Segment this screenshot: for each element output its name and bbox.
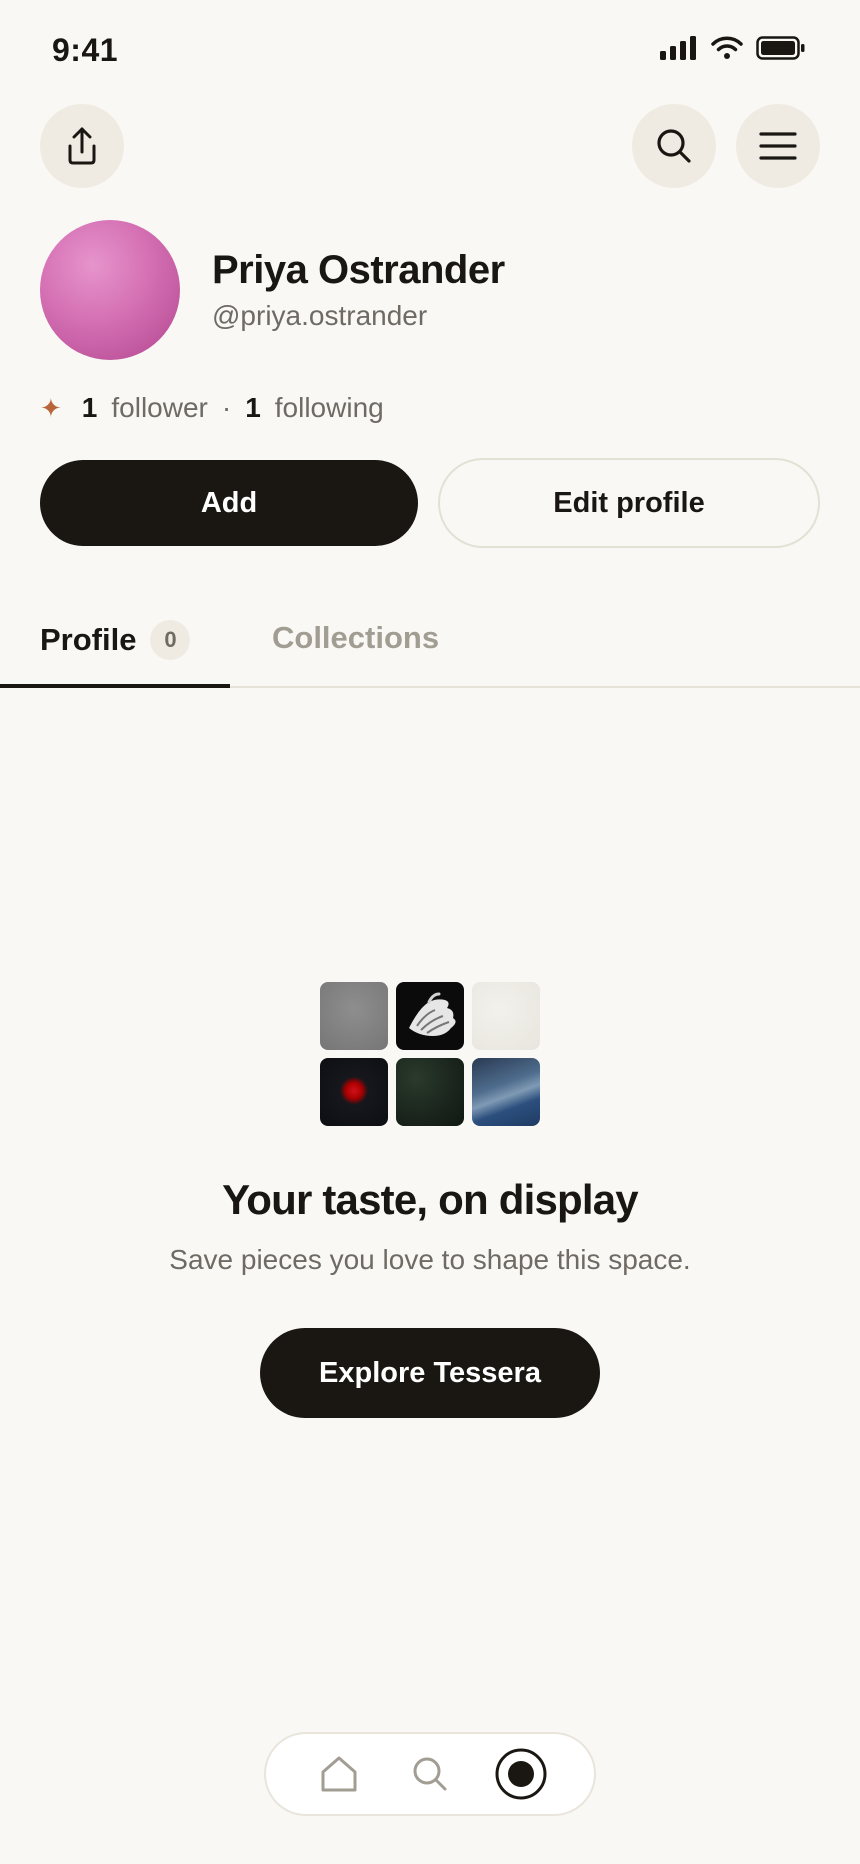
- share-button[interactable]: [40, 104, 124, 188]
- hamburger-menu-icon: [759, 132, 797, 160]
- username-handle: @priya.ostrander: [212, 300, 428, 331]
- tab-profile-count-badge: 0: [150, 620, 191, 660]
- bottom-navigation: [264, 1732, 596, 1816]
- empty-state-title: Your taste, on display: [222, 1176, 639, 1223]
- home-icon: [321, 1756, 357, 1792]
- empty-state-preview-grid: [320, 982, 540, 1126]
- follow-stats: ✦ 1 follower · 1 following: [40, 392, 384, 424]
- preview-tile-green: [396, 1058, 464, 1126]
- nav-home[interactable]: [311, 1746, 367, 1802]
- search-icon: [657, 129, 691, 163]
- stats-separator: ·: [221, 392, 232, 423]
- preview-tile-gray: [320, 982, 388, 1050]
- active-tab-indicator: [0, 684, 230, 688]
- status-icons: [660, 36, 806, 60]
- following-label[interactable]: following: [275, 392, 384, 424]
- display-name: Priya Ostrander: [212, 248, 505, 292]
- preview-tile-white: [472, 982, 540, 1050]
- tab-collections[interactable]: Collections: [272, 620, 439, 656]
- status-bar: 9:41: [0, 0, 860, 100]
- followers-count[interactable]: 1: [82, 392, 98, 424]
- sparkle-icon: ✦: [40, 392, 62, 423]
- battery-icon: [756, 36, 805, 60]
- empty-state-subtitle: Save pieces you love to shape this space…: [169, 1244, 691, 1275]
- profile-record-icon: [495, 1748, 547, 1800]
- avatar[interactable]: [40, 220, 180, 360]
- edit-profile-button[interactable]: Edit profile: [438, 458, 820, 548]
- nav-search[interactable]: [402, 1746, 458, 1802]
- tab-profile-label: Profile: [40, 622, 137, 657]
- tab-profile[interactable]: Profile 0: [40, 620, 191, 660]
- menu-button[interactable]: [736, 104, 820, 188]
- followers-label[interactable]: follower: [111, 392, 207, 424]
- wifi-icon: [711, 36, 743, 59]
- preview-tile-red-flower: [320, 1058, 388, 1126]
- explore-button[interactable]: Explore Tessera: [260, 1328, 600, 1418]
- status-time: 9:41: [52, 32, 119, 68]
- nav-profile[interactable]: [493, 1746, 549, 1802]
- add-button[interactable]: Add: [40, 460, 418, 546]
- profile-tabs: Profile 0 Collections: [0, 600, 860, 688]
- search-icon: [413, 1757, 447, 1791]
- preview-tile-hands: [396, 982, 464, 1050]
- following-count[interactable]: 1: [245, 392, 261, 424]
- share-icon: [68, 127, 96, 165]
- cellular-signal-icon: [660, 36, 696, 60]
- preview-tile-blue: [472, 1058, 540, 1126]
- hands-image: [409, 992, 456, 1036]
- search-button[interactable]: [632, 104, 716, 188]
